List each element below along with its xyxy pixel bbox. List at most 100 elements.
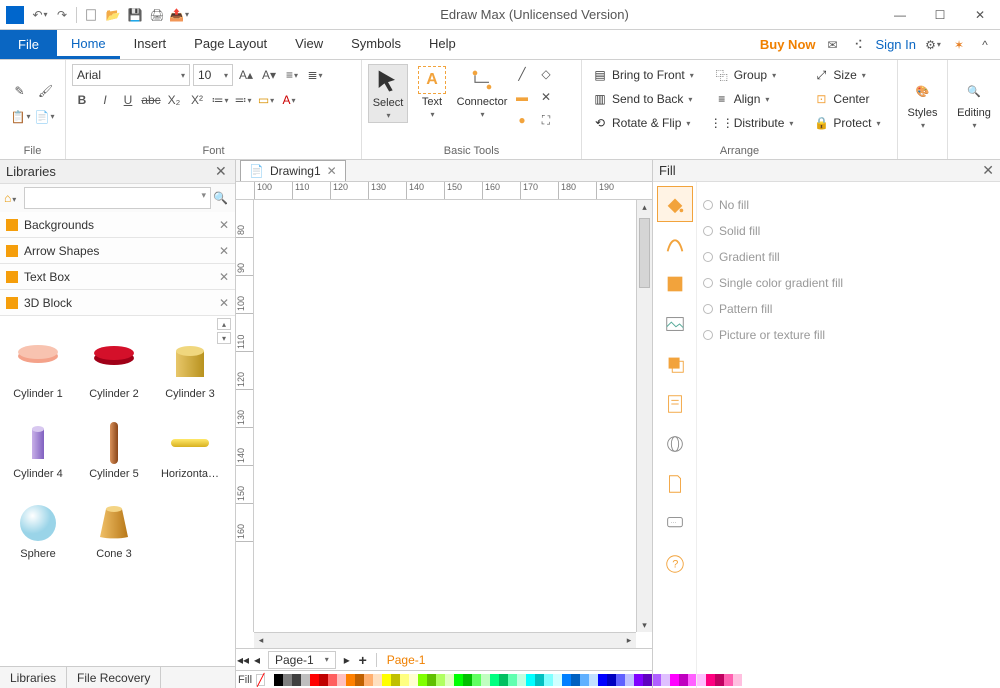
next-icon[interactable]: ▸ (340, 653, 354, 667)
rectangle-tool-icon[interactable]: ▬ (512, 87, 532, 107)
rotate-flip-button[interactable]: ⟲Rotate & Flip▾ (588, 112, 698, 134)
color-swatch[interactable] (391, 674, 400, 686)
add-page-button[interactable]: + (354, 652, 372, 668)
color-swatch[interactable] (265, 674, 274, 686)
font-size-select[interactable]: 10▾ (193, 64, 233, 86)
close-icon[interactable]: ✕ (982, 162, 994, 179)
shape-item[interactable]: Cylinder 1 (0, 320, 76, 400)
close-icon[interactable]: ✕ (219, 270, 229, 284)
library-search-input[interactable]: ▾ (24, 187, 211, 209)
color-swatch[interactable] (562, 674, 571, 686)
maximize-button[interactable]: ☐ (920, 1, 960, 29)
footer-tab-libraries[interactable]: Libraries (0, 667, 67, 688)
color-swatch[interactable] (643, 674, 652, 686)
color-swatch[interactable] (337, 674, 346, 686)
crop-tool-icon[interactable]: ⛶ (536, 110, 556, 130)
shelf-scroll-up[interactable]: ▴ (217, 318, 231, 330)
color-swatch[interactable] (499, 674, 508, 686)
select-tool[interactable]: Select ▾ (368, 64, 408, 123)
line-style-icon[interactable] (657, 226, 693, 262)
search-icon[interactable]: 🔍 (213, 191, 231, 205)
color-swatch[interactable] (589, 674, 598, 686)
picture-icon[interactable] (657, 306, 693, 342)
feedback-icon[interactable]: ✉ (824, 36, 842, 54)
color-swatch[interactable] (625, 674, 634, 686)
copy-icon[interactable]: 📄▾ (35, 107, 55, 127)
superscript-button[interactable]: X² (187, 90, 207, 110)
fill-option[interactable]: Pattern fill (703, 296, 994, 322)
scroll-right-icon[interactable]: ▸ (622, 633, 636, 648)
color-swatch[interactable] (418, 674, 427, 686)
color-swatch[interactable] (571, 674, 580, 686)
tab-view[interactable]: View (281, 30, 337, 59)
open-icon[interactable]: 📂 (103, 5, 123, 25)
gear-icon[interactable]: ⚙▾ (924, 36, 942, 54)
font-name-select[interactable]: Arial▾ (72, 64, 190, 86)
line-tool-icon[interactable]: ╱ (512, 64, 532, 84)
horizontal-scrollbar[interactable]: ◂ ▸ (254, 632, 636, 648)
color-swatch[interactable] (427, 674, 436, 686)
protect-button[interactable]: 🔒Protect▾ (809, 112, 884, 134)
styles-button[interactable]: 🎨 Styles ▾ (904, 75, 941, 132)
color-swatch[interactable] (553, 674, 562, 686)
sign-in-link[interactable]: Sign In (876, 37, 916, 52)
color-swatch[interactable] (481, 674, 490, 686)
close-icon[interactable]: ✕ (215, 163, 229, 180)
scroll-down-icon[interactable]: ▾ (637, 618, 652, 632)
tab-help[interactable]: Help (415, 30, 470, 59)
new-icon[interactable] (81, 5, 101, 25)
page-select[interactable]: Page-1▾ (268, 651, 336, 669)
color-swatch[interactable] (346, 674, 355, 686)
save-icon[interactable]: 💾 (125, 5, 145, 25)
collapse-ribbon-icon[interactable]: ^ (976, 36, 994, 54)
layer-icon[interactable] (657, 346, 693, 382)
library-category[interactable]: Text Box✕ (0, 264, 235, 290)
fill-option[interactable]: Single color gradient fill (703, 270, 994, 296)
color-swatch[interactable] (490, 674, 499, 686)
numbering-icon[interactable]: ≕▾ (233, 90, 253, 110)
color-swatch[interactable] (310, 674, 319, 686)
shape-item[interactable]: Horizonta… (152, 400, 228, 480)
increase-font-icon[interactable]: A▴ (236, 65, 256, 85)
fill-option[interactable]: No fill (703, 192, 994, 218)
color-swatch[interactable] (409, 674, 418, 686)
share-icon[interactable]: ⠪ (850, 36, 868, 54)
close-icon[interactable]: ✕ (219, 296, 229, 310)
fill-bucket-icon[interactable] (657, 186, 693, 222)
color-swatch[interactable] (526, 674, 535, 686)
color-swatch[interactable] (607, 674, 616, 686)
format-painter-icon[interactable]: 🖌 (36, 81, 56, 101)
color-swatch[interactable] (472, 674, 481, 686)
color-swatch[interactable] (535, 674, 544, 686)
color-swatch[interactable] (382, 674, 391, 686)
color-swatch[interactable] (319, 674, 328, 686)
shape-item[interactable]: Sphere (0, 480, 76, 560)
minimize-button[interactable]: — (880, 1, 920, 29)
size-button[interactable]: ⤢Size▾ (809, 64, 884, 86)
color-swatch[interactable] (283, 674, 292, 686)
text-tool[interactable]: A Text ▾ (412, 64, 452, 121)
close-button[interactable]: ✕ (960, 1, 1000, 29)
shape-item[interactable]: Cylinder 2 (76, 320, 152, 400)
color-swatch[interactable] (355, 674, 364, 686)
align-text-icon[interactable]: ≣▾ (305, 65, 325, 85)
footer-tab-recovery[interactable]: File Recovery (67, 667, 161, 688)
center-button[interactable]: ⊡Center (809, 88, 884, 110)
align-button[interactable]: ≡Align▾ (710, 88, 798, 110)
shape-item[interactable]: Cylinder 4 (0, 400, 76, 480)
color-swatch[interactable] (292, 674, 301, 686)
shadow-icon[interactable] (657, 266, 693, 302)
ellipse-tool-icon[interactable]: ● (512, 110, 532, 130)
file-menu[interactable]: File (0, 30, 57, 59)
help-icon[interactable]: ? (657, 546, 693, 582)
scroll-left-icon[interactable]: ◂ (254, 633, 268, 648)
tab-symbols[interactable]: Symbols (337, 30, 415, 59)
highlight-icon[interactable]: ▭▾ (256, 90, 276, 110)
color-swatch[interactable] (544, 674, 553, 686)
undo-icon[interactable]: ↶▾ (30, 5, 50, 25)
underline-button[interactable]: U (118, 90, 138, 110)
color-swatch[interactable] (517, 674, 526, 686)
shape-item[interactable]: Cone 3 (76, 480, 152, 560)
color-swatch[interactable] (445, 674, 454, 686)
shapes-tool-icon[interactable]: ◇ (536, 64, 556, 84)
